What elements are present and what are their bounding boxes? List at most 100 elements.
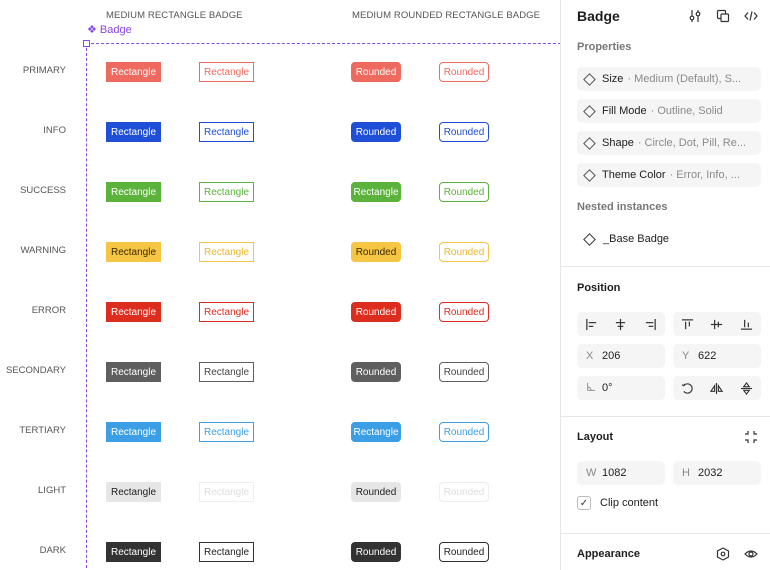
- outline-rounded-badge[interactable]: Rounded: [439, 242, 489, 262]
- row-label: LIGHT: [38, 485, 66, 496]
- align-right-icon[interactable]: [639, 313, 661, 335]
- property-size[interactable]: Size · Medium (Default), S...: [577, 67, 761, 91]
- outline-rounded-badge[interactable]: Rounded: [439, 62, 489, 82]
- solid-rounded-badge[interactable]: Rectangle: [351, 182, 401, 202]
- code-icon[interactable]: [742, 7, 760, 25]
- rotation-icon: [586, 382, 602, 395]
- divider: [561, 416, 770, 417]
- property-name: Theme Color: [602, 169, 666, 181]
- variant-property-icon: [583, 104, 596, 118]
- panel-title: Badge: [577, 8, 620, 24]
- component-icon: ❖: [87, 24, 97, 36]
- clip-content-label: Clip content: [600, 497, 659, 509]
- properties-panel: Badge Properties Size · Medium (Default),…: [560, 0, 770, 570]
- solid-rectangle-badge[interactable]: Rectangle: [106, 362, 161, 382]
- appearance-icons: [714, 545, 760, 563]
- outline-rectangle-badge[interactable]: Rectangle: [199, 422, 254, 442]
- row-label: SECONDARY: [5, 365, 66, 376]
- frame-label-text: Badge: [99, 23, 132, 36]
- solid-rounded-badge[interactable]: Rounded: [351, 482, 401, 502]
- property-shape[interactable]: Shape · Circle, Dot, Pill, Re...: [577, 131, 761, 155]
- align-center-horizontal-icon[interactable]: [610, 313, 632, 335]
- outline-rectangle-badge[interactable]: Rectangle: [199, 302, 254, 322]
- property-fill-mode[interactable]: Fill Mode · Outline, Solid: [577, 99, 761, 123]
- layout-label: Layout: [577, 431, 614, 443]
- row-label: TERTIARY: [19, 425, 66, 436]
- design-canvas[interactable]: MEDIUM RECTANGLE BADGE MEDIUM ROUNDED RE…: [0, 0, 560, 570]
- outline-rectangle-badge[interactable]: Rectangle: [199, 542, 254, 562]
- solid-rectangle-badge[interactable]: Rectangle: [106, 242, 161, 262]
- collapse-icon[interactable]: [742, 428, 760, 446]
- outline-rounded-badge[interactable]: Rounded: [439, 422, 489, 442]
- row-label: INFO: [43, 125, 66, 136]
- property-name: Fill Mode: [602, 105, 647, 117]
- component-swap-icon[interactable]: [714, 7, 732, 25]
- variable-hex-icon[interactable]: [714, 545, 732, 563]
- property-theme-color[interactable]: Theme Color · Error, Info, ...: [577, 163, 761, 187]
- outline-rectangle-badge[interactable]: Rectangle: [199, 242, 254, 262]
- outline-rounded-badge[interactable]: Rounded: [439, 482, 489, 502]
- property-name: Shape: [602, 137, 634, 149]
- solid-rectangle-badge[interactable]: Rectangle: [106, 122, 161, 142]
- property-value: · Outline, Solid: [650, 105, 723, 117]
- align-bottom-icon[interactable]: [735, 313, 757, 335]
- property-value: · Circle, Dot, Pill, Re...: [637, 137, 746, 149]
- x-position-field[interactable]: X 206: [577, 344, 665, 368]
- flip-vertical-icon[interactable]: [735, 377, 757, 399]
- w-label: W: [586, 467, 597, 479]
- property-name: Size: [602, 73, 624, 85]
- instance-icon: [583, 232, 596, 246]
- nested-instance-name: _Base Badge: [603, 233, 670, 245]
- solid-rounded-badge[interactable]: Rounded: [351, 62, 401, 82]
- outline-rectangle-badge[interactable]: Rectangle: [199, 62, 254, 82]
- property-value: · Medium (Default), S...: [627, 73, 742, 85]
- variant-property-icon: [583, 72, 596, 86]
- outline-rounded-badge[interactable]: Rounded: [439, 542, 489, 562]
- outline-rounded-badge[interactable]: Rounded: [439, 302, 489, 322]
- y-position-field[interactable]: Y 622: [673, 344, 761, 368]
- height-field[interactable]: H 2032: [673, 461, 761, 485]
- solid-rounded-badge[interactable]: Rounded: [351, 122, 401, 142]
- properties-label: Properties: [577, 41, 632, 53]
- outline-rectangle-badge[interactable]: Rectangle: [199, 122, 254, 142]
- w-value: 1082: [602, 467, 627, 479]
- x-value: 206: [602, 350, 621, 362]
- h-value: 2032: [698, 467, 723, 479]
- outline-rectangle-badge[interactable]: Rectangle: [199, 182, 254, 202]
- nested-instance-item[interactable]: _Base Badge: [583, 232, 670, 246]
- variant-property-icon: [583, 168, 596, 182]
- clip-content-checkbox[interactable]: ✓: [577, 496, 591, 510]
- sliders-icon[interactable]: [686, 7, 704, 25]
- solid-rounded-badge[interactable]: Rounded: [351, 302, 401, 322]
- flip-horizontal-icon[interactable]: [706, 377, 728, 399]
- x-label: X: [586, 350, 594, 362]
- solid-rectangle-badge[interactable]: Rectangle: [106, 62, 161, 82]
- rotation-value: 0°: [602, 382, 613, 394]
- vertical-align-group: [673, 312, 761, 336]
- outline-rounded-badge[interactable]: Rounded: [439, 362, 489, 382]
- outline-rounded-badge[interactable]: Rounded: [439, 182, 489, 202]
- outline-rectangle-badge[interactable]: Rectangle: [199, 362, 254, 382]
- outline-rectangle-badge[interactable]: Rectangle: [199, 482, 254, 502]
- divider: [561, 533, 770, 534]
- eye-icon[interactable]: [742, 545, 760, 563]
- row-label: PRIMARY: [22, 65, 66, 76]
- align-top-icon[interactable]: [677, 313, 699, 335]
- solid-rectangle-badge[interactable]: Rectangle: [106, 482, 161, 502]
- rotate-icon[interactable]: [677, 377, 699, 399]
- solid-rounded-badge[interactable]: Rounded: [351, 362, 401, 382]
- solid-rounded-badge[interactable]: Rounded: [351, 542, 401, 562]
- rotation-field[interactable]: 0°: [577, 376, 665, 400]
- frame-label[interactable]: ❖ Badge: [87, 23, 132, 37]
- width-field[interactable]: W 1082: [577, 461, 665, 485]
- resize-handle[interactable]: [83, 40, 90, 47]
- outline-rounded-badge[interactable]: Rounded: [439, 122, 489, 142]
- solid-rounded-badge[interactable]: Rectangle: [351, 422, 401, 442]
- solid-rectangle-badge[interactable]: Rectangle: [106, 302, 161, 322]
- solid-rectangle-badge[interactable]: Rectangle: [106, 182, 161, 202]
- align-left-icon[interactable]: [581, 313, 603, 335]
- solid-rectangle-badge[interactable]: Rectangle: [106, 422, 161, 442]
- align-middle-icon[interactable]: [706, 313, 728, 335]
- solid-rounded-badge[interactable]: Rounded: [351, 242, 401, 262]
- solid-rectangle-badge[interactable]: Rectangle: [106, 542, 161, 562]
